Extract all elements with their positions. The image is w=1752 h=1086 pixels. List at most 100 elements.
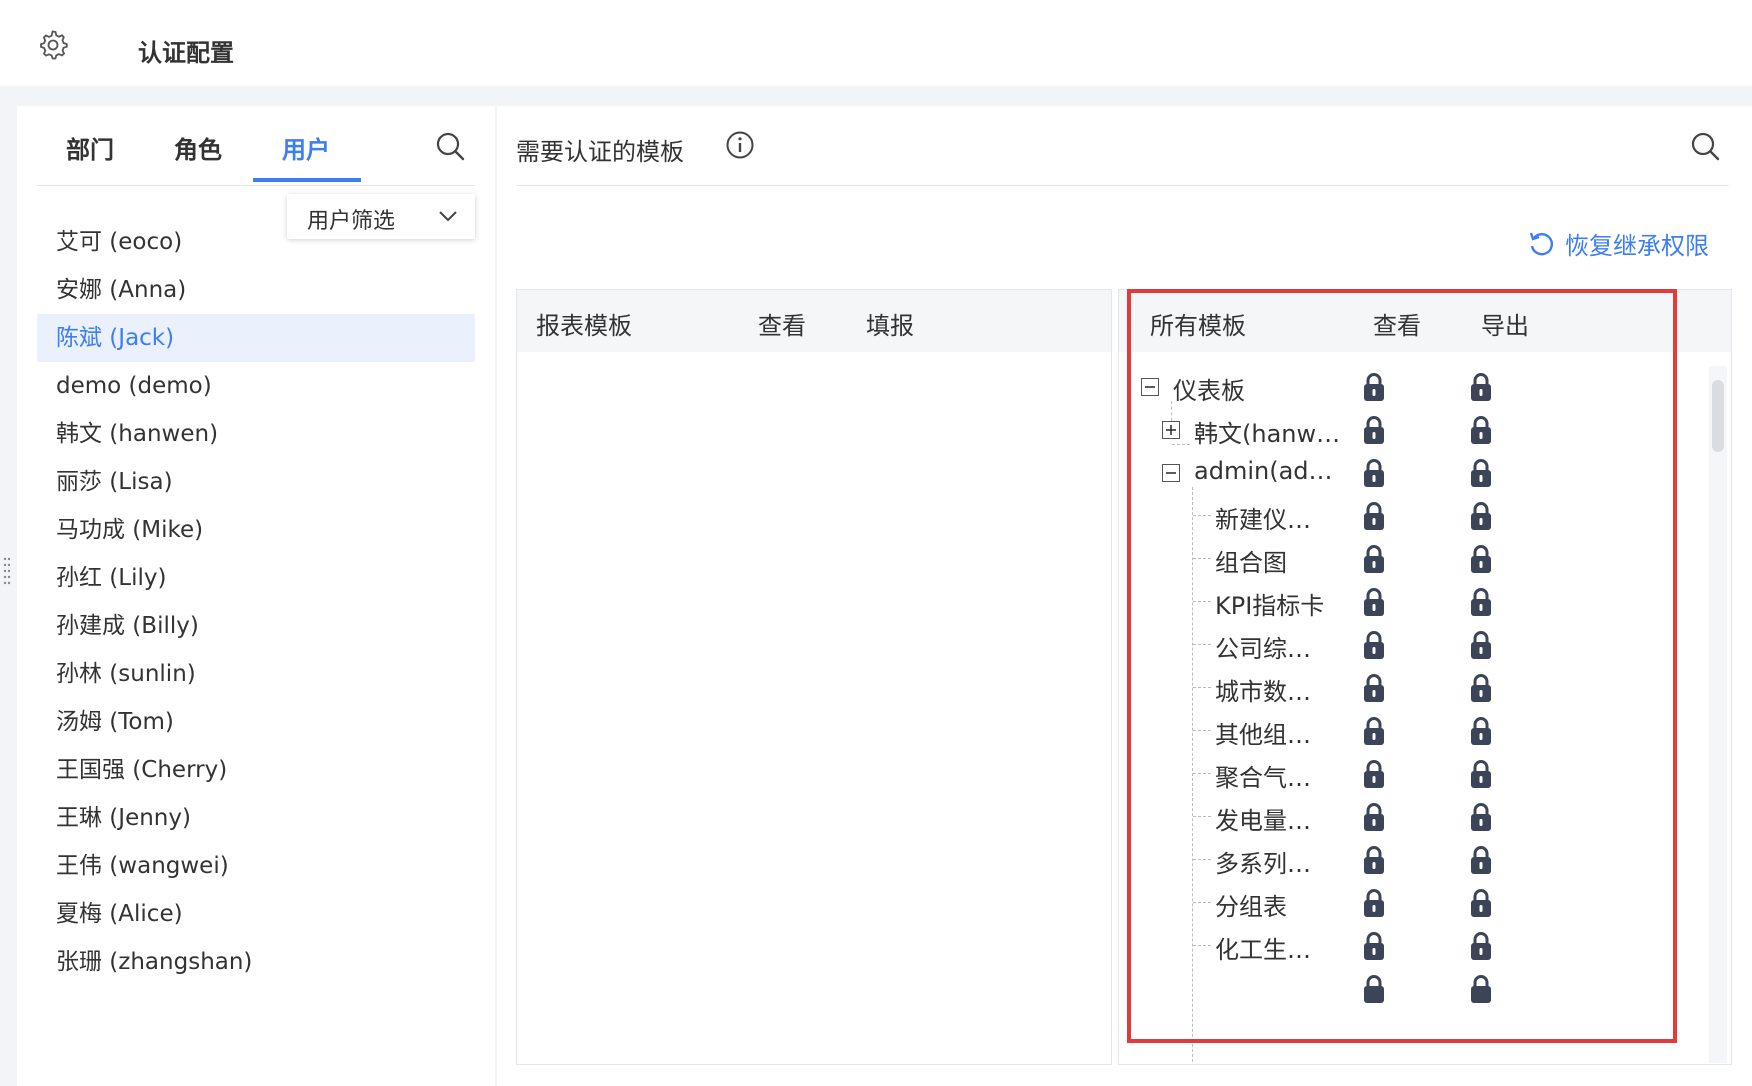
- tree-row[interactable]: 仪表板: [1119, 362, 1709, 410]
- tree-guide: [1193, 515, 1211, 516]
- tree-row[interactable]: KPI指标卡: [1119, 577, 1709, 625]
- lock-icon[interactable]: [1362, 931, 1386, 961]
- user-item[interactable]: 汤姆 (Tom): [37, 698, 475, 746]
- lock-icon[interactable]: [1469, 587, 1493, 617]
- user-filter-dropdown[interactable]: 用户筛选: [287, 194, 475, 239]
- tree-label: admin(ad…: [1194, 457, 1333, 485]
- lock-icon[interactable]: [1469, 931, 1493, 961]
- tree-row[interactable]: 韩文(hanw…: [1119, 405, 1709, 453]
- tree-row[interactable]: 城市数…: [1119, 663, 1709, 711]
- user-item[interactable]: 安娜 (Anna): [37, 266, 475, 314]
- tree-scrollbar[interactable]: [1709, 366, 1727, 1063]
- header-divider: [516, 185, 1729, 186]
- drag-handle-icon[interactable]: [3, 556, 11, 586]
- lock-icon[interactable]: [1469, 888, 1493, 918]
- search-icon[interactable]: [1690, 131, 1720, 161]
- tree-guide: [1193, 558, 1211, 559]
- template-panel-title: 需要认证的模板: [516, 138, 684, 166]
- col-all-template: 所有模板: [1150, 312, 1246, 340]
- lock-icon[interactable]: [1362, 415, 1386, 445]
- tree-row[interactable]: 发电量…: [1119, 792, 1709, 840]
- tab-department[interactable]: 部门: [66, 130, 114, 165]
- lock-icon[interactable]: [1469, 372, 1493, 402]
- report-table-header: 报表模板 查看 填报: [517, 290, 1111, 352]
- lock-icon[interactable]: [1469, 845, 1493, 875]
- user-item[interactable]: 韩文 (hanwen): [37, 410, 475, 458]
- lock-icon[interactable]: [1469, 716, 1493, 746]
- lock-icon[interactable]: [1469, 974, 1493, 1004]
- gear-icon[interactable]: [38, 30, 68, 60]
- lock-icon[interactable]: [1469, 544, 1493, 574]
- tree-row[interactable]: 分组表: [1119, 878, 1709, 926]
- lock-icon[interactable]: [1362, 845, 1386, 875]
- lock-icon[interactable]: [1469, 630, 1493, 660]
- chevron-down-icon: [439, 211, 457, 222]
- template-tree: 仪表板 韩文(hanw… admin(ad… 新建仪… 组合图 KPI指标卡 公…: [1119, 352, 1709, 1064]
- col-view: 查看: [758, 312, 806, 340]
- tree-row[interactable]: 新建仪…: [1119, 491, 1709, 539]
- tree-row[interactable]: 多系列…: [1119, 835, 1709, 883]
- search-icon[interactable]: [435, 131, 465, 161]
- minus-square-icon[interactable]: [1141, 378, 1159, 396]
- tree-label: 发电量…: [1215, 807, 1311, 835]
- tree-guide: [1193, 687, 1211, 688]
- user-filter-label: 用户筛选: [307, 209, 396, 234]
- lock-icon[interactable]: [1469, 415, 1493, 445]
- user-item[interactable]: demo (demo): [37, 362, 475, 410]
- user-list: 艾可 (eoco) 安娜 (Anna) 陈斌 (Jack) demo (demo…: [37, 218, 475, 986]
- lock-icon[interactable]: [1362, 630, 1386, 660]
- user-item[interactable]: 孙林 (sunlin): [37, 650, 475, 698]
- lock-icon[interactable]: [1362, 974, 1386, 1004]
- lock-icon[interactable]: [1469, 501, 1493, 531]
- tab-user[interactable]: 用户: [282, 130, 330, 165]
- user-item-selected[interactable]: 陈斌 (Jack): [37, 314, 475, 362]
- plus-square-icon[interactable]: [1162, 421, 1180, 439]
- member-panel: 部门 角色 用户 艾可 (eoco) 安娜 (Anna) 陈斌 (Jack) d…: [17, 106, 495, 1086]
- scrollbar-thumb[interactable]: [1712, 380, 1724, 452]
- lock-icon[interactable]: [1362, 759, 1386, 789]
- tree-label: 公司综…: [1215, 635, 1311, 663]
- tree-row[interactable]: 其他组…: [1119, 706, 1709, 754]
- tree-row[interactable]: 聚合气…: [1119, 749, 1709, 797]
- info-icon[interactable]: [725, 130, 755, 160]
- tree-guide: [1193, 816, 1211, 817]
- template-panel: 需要认证的模板 恢复继承权限 报表模板 查看 填报 所有模板 查看 导出 仪表板…: [497, 106, 1752, 1086]
- top-bar: 认证配置: [0, 0, 1752, 86]
- user-item[interactable]: 夏梅 (Alice): [37, 890, 475, 938]
- restore-inherit-label: 恢复继承权限: [1565, 232, 1709, 260]
- tree-row-partial: [1119, 964, 1709, 1012]
- tree-row[interactable]: 组合图: [1119, 534, 1709, 582]
- lock-icon[interactable]: [1362, 716, 1386, 746]
- user-item[interactable]: 马功成 (Mike): [37, 506, 475, 554]
- tab-role[interactable]: 角色: [174, 130, 222, 165]
- user-item[interactable]: 张珊 (zhangshan): [37, 938, 475, 986]
- minus-square-icon[interactable]: [1162, 464, 1180, 482]
- lock-icon[interactable]: [1469, 458, 1493, 488]
- user-item[interactable]: 王国强 (Cherry): [37, 746, 475, 794]
- tree-guide: [1193, 601, 1211, 602]
- lock-icon[interactable]: [1362, 544, 1386, 574]
- page-title: 认证配置: [138, 39, 234, 67]
- tree-label: 化工生…: [1215, 936, 1311, 964]
- lock-icon[interactable]: [1469, 759, 1493, 789]
- active-tab-indicator: [253, 178, 361, 182]
- lock-icon[interactable]: [1469, 802, 1493, 832]
- user-item[interactable]: 王琳 (Jenny): [37, 794, 475, 842]
- lock-icon[interactable]: [1362, 888, 1386, 918]
- lock-icon[interactable]: [1362, 587, 1386, 617]
- lock-icon[interactable]: [1362, 673, 1386, 703]
- tree-row[interactable]: admin(ad…: [1119, 448, 1709, 496]
- lock-icon[interactable]: [1362, 458, 1386, 488]
- tree-label: 多系列…: [1215, 850, 1311, 878]
- tree-label: 新建仪…: [1215, 506, 1311, 534]
- lock-icon[interactable]: [1362, 802, 1386, 832]
- user-item[interactable]: 王伟 (wangwei): [37, 842, 475, 890]
- tree-row[interactable]: 化工生…: [1119, 921, 1709, 969]
- tree-row[interactable]: 公司综…: [1119, 620, 1709, 668]
- user-item[interactable]: 孙建成 (Billy): [37, 602, 475, 650]
- lock-icon[interactable]: [1469, 673, 1493, 703]
- user-item[interactable]: 孙红 (Lily): [37, 554, 475, 602]
- user-item[interactable]: 丽莎 (Lisa): [37, 458, 475, 506]
- lock-icon[interactable]: [1362, 501, 1386, 531]
- lock-icon[interactable]: [1362, 372, 1386, 402]
